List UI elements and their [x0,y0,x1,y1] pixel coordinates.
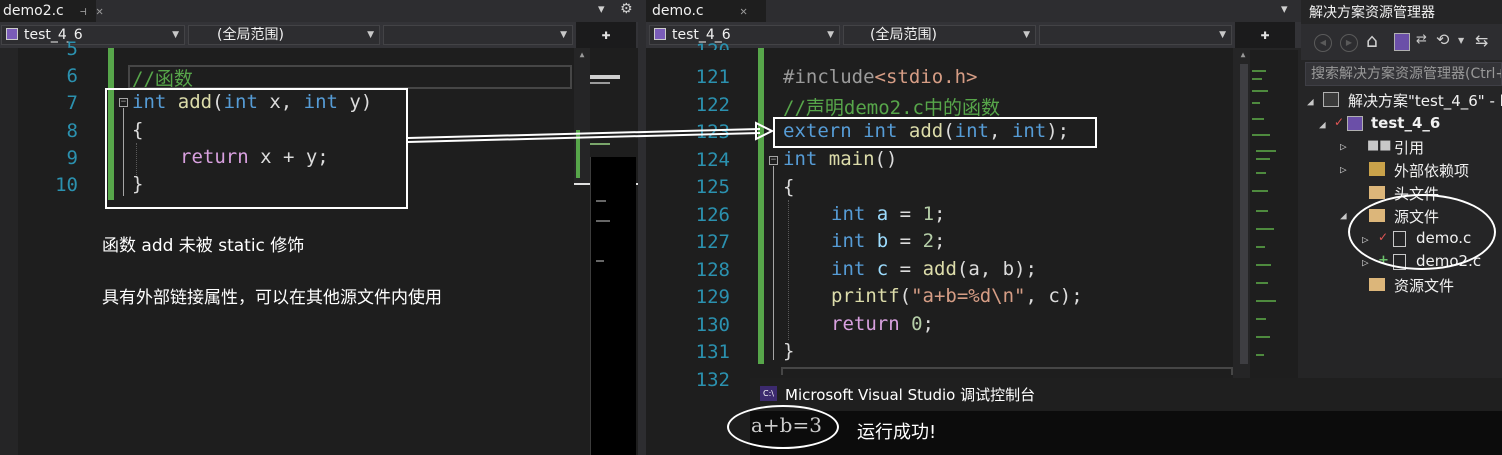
pending-changes-icon[interactable]: ⇆ [1475,31,1488,50]
expanded-icon[interactable]: ◢ [1307,95,1314,108]
annotation-run-success: 运行成功! [857,422,937,443]
solution-icon [1323,92,1339,107]
switch-views-icon[interactable] [1394,33,1410,51]
back-icon[interactable]: ◀ [1314,34,1332,52]
sync-icon[interactable]: ⇄ [1416,32,1427,47]
references-icon: ■■ [1367,138,1392,153]
folder-icon [1369,186,1385,199]
console-app-icon: C:\ [760,386,777,401]
highlight-ellipse-output [727,405,839,449]
tree-project[interactable]: test_4_6 [1371,114,1440,132]
expanded-icon[interactable]: ◢ [1319,118,1326,131]
chevron-down-icon[interactable]: ▼ [1458,36,1464,45]
solution-search-input[interactable]: 搜索解决方案资源管理器(Ctrl+;) [1305,62,1502,86]
folder-icon [1369,278,1385,291]
tree-references[interactable]: 引用 [1394,137,1424,158]
tree-external-deps[interactable]: 外部依赖项 [1394,160,1469,181]
project-icon [1347,116,1363,131]
external-deps-icon [1369,162,1385,176]
checked-out-icon: ✓ [1334,115,1345,129]
tree-resource-files[interactable]: 资源文件 [1394,275,1454,296]
home-icon[interactable]: ⌂ [1366,30,1378,52]
debug-console-title: Microsoft Visual Studio 调试控制台 [785,386,1036,404]
solution-explorer-title: 解决方案资源管理器 [1309,5,1435,21]
expanded-icon[interactable]: ◢ [1340,209,1347,222]
history-icon[interactable]: ⟲ [1436,30,1449,49]
collapsed-icon[interactable]: ▷ [1340,163,1347,176]
forward-icon[interactable]: ▶ [1340,34,1358,52]
tree-solution[interactable]: 解决方案"test_4_6" - le [1348,90,1502,111]
highlight-ellipse-source-files [1348,194,1496,270]
collapsed-icon[interactable]: ▷ [1340,140,1347,153]
